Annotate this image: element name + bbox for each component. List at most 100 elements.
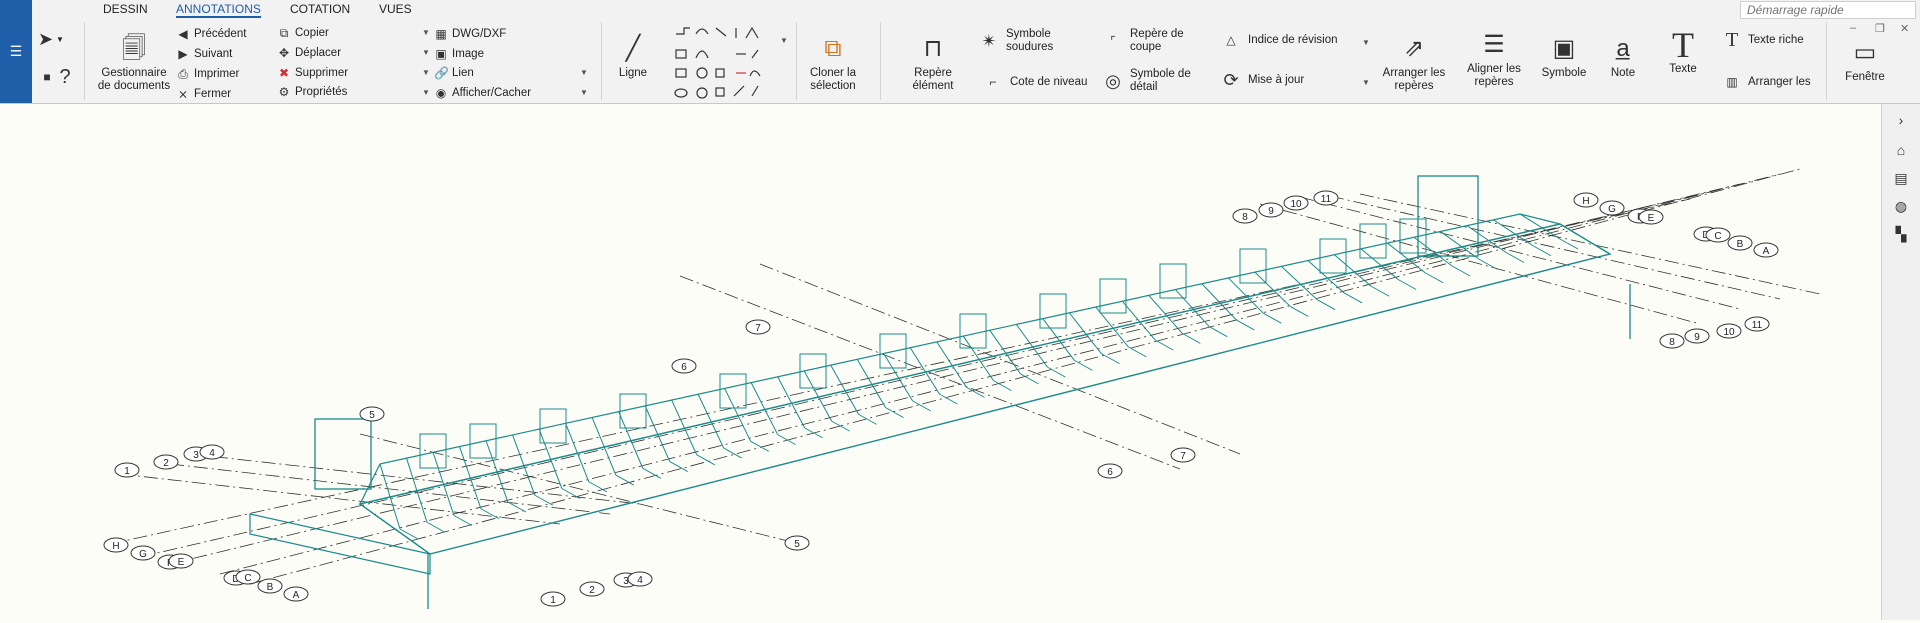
chevron-down-icon[interactable]: ▼ — [1362, 78, 1370, 87]
grid-label-right-letter[interactable]: A — [1753, 242, 1779, 258]
grid-label-mid-number-bottom[interactable]: 6 — [1097, 463, 1123, 479]
arrow-icon[interactable] — [715, 27, 727, 37]
building-icon[interactable]: ⌂ — [1892, 142, 1910, 160]
properties-button[interactable]: ⚙ Propriétés — [277, 85, 348, 99]
grid-label-mid-number[interactable]: 5 — [359, 406, 385, 422]
close-window-button[interactable]: ✕ — [1900, 22, 1909, 35]
tab-vues[interactable]: VUES — [379, 2, 412, 16]
weld-symbol-button[interactable]: ✴ Symbole soudures — [976, 28, 1053, 54]
chevron-down-icon[interactable]: ▼ — [422, 68, 430, 77]
blocks-icon[interactable]: ▚ — [1892, 226, 1910, 244]
chevron-right-icon[interactable]: › — [1892, 112, 1910, 130]
grid-label-right-number[interactable]: 10 — [1283, 195, 1309, 211]
restore-button[interactable]: ❐ — [1875, 22, 1885, 35]
rectangle-icon[interactable] — [675, 68, 687, 78]
grid-label-right-number-bottom[interactable]: 10 — [1716, 323, 1742, 339]
grid-label-mid-number[interactable]: 7 — [745, 319, 771, 335]
close-button[interactable]: ⨯ Fermer — [176, 87, 231, 101]
dwg-dxf-button[interactable]: ▦ DWG/DXF — [434, 27, 506, 41]
grid-label-mid-number-bottom[interactable]: 7 — [1170, 447, 1196, 463]
polygon-icon[interactable] — [715, 87, 725, 97]
element-mark-button[interactable]: ⊓ Repère élément — [900, 34, 966, 93]
grid-label-left-letter[interactable]: H — [103, 537, 129, 553]
grid-label-left-number-bottom[interactable]: 4 — [627, 571, 653, 587]
slash-icon[interactable] — [733, 85, 745, 97]
next-button[interactable]: ▶ Suivant — [176, 47, 232, 61]
revision-index-button[interactable]: △ Indice de révision — [1218, 33, 1337, 47]
grid-label-right-number-bottom[interactable]: 11 — [1744, 316, 1770, 332]
grid-label-left-letter[interactable]: C — [235, 569, 261, 585]
chevron-down-icon[interactable]: ▼ — [1362, 38, 1370, 47]
grid-label-left-letter[interactable]: A — [283, 586, 309, 602]
slash-icon[interactable] — [751, 85, 759, 97]
table-icon[interactable]: ▤ — [1892, 170, 1910, 188]
chevron-down-icon[interactable]: ▼ — [580, 68, 588, 77]
arc-icon[interactable] — [695, 50, 709, 59]
level-mark-button[interactable]: ⌐ Cote de niveau — [980, 75, 1087, 89]
model-view[interactable]: 12341234HGFEDCBA567567891011891011HGFEDC… — [0, 104, 1882, 620]
delete-button[interactable]: ✖ Supprimer — [277, 66, 348, 80]
window-button[interactable]: ▭ Fenêtre — [1832, 38, 1898, 84]
grid-label-right-letter[interactable]: G — [1599, 200, 1625, 216]
grid-label-right-letter[interactable]: H — [1573, 192, 1599, 208]
chevron-down-icon[interactable]: ▼ — [422, 28, 430, 37]
circle-icon[interactable] — [696, 87, 708, 99]
image-button[interactable]: ▣ Image — [434, 47, 484, 61]
minimize-button[interactable]: – — [1850, 22, 1856, 34]
arc-icon[interactable] — [695, 28, 709, 35]
select-tool[interactable]: ➤ ▼ — [38, 30, 64, 48]
grid-label-right-letter[interactable]: E — [1638, 209, 1664, 225]
grid-label-mid-number[interactable]: 6 — [671, 358, 697, 374]
polyline-icon[interactable] — [676, 27, 690, 35]
grid-label-left-number-bottom[interactable]: 1 — [540, 591, 566, 607]
tab-dessin[interactable]: DESSIN — [103, 2, 148, 16]
grid-label-left-number[interactable]: 4 — [199, 444, 225, 460]
grid-label-right-number[interactable]: 8 — [1232, 208, 1258, 224]
drawing-canvas[interactable]: 12341234HGFEDCBA567567891011891011HGFEDC… — [0, 104, 1882, 620]
grid-label-left-letter[interactable]: G — [130, 545, 156, 561]
previous-button[interactable]: ◀ Précédent — [176, 27, 246, 41]
show-hide-button[interactable]: ◉ Afficher/Cacher — [434, 86, 531, 100]
grid-label-right-number-bottom[interactable]: 8 — [1659, 333, 1685, 349]
globe-icon[interactable]: ◍ — [1892, 198, 1910, 216]
circle-icon[interactable] — [696, 67, 708, 79]
align-marks-button[interactable]: ☰ Aligner les repères — [1458, 30, 1530, 89]
documents-manager-button[interactable]: 🗐 Gestionnaire de documents — [96, 34, 172, 93]
chevron-down-icon[interactable]: ▼ — [580, 88, 588, 97]
chevron-down-icon[interactable]: ▼ — [422, 48, 430, 57]
line-button[interactable]: ╱ Ligne — [612, 34, 654, 80]
ellipse-icon[interactable] — [674, 88, 688, 98]
note-button[interactable]: a̲ Note — [1600, 34, 1646, 80]
help-tool[interactable]: ■? — [40, 67, 72, 87]
section-mark-button[interactable]: ⌜ Repère de coupe — [1100, 28, 1184, 54]
grid-label-right-letter[interactable]: B — [1727, 235, 1753, 251]
arrange-the-button[interactable]: ▥ Arranger les — [1720, 75, 1810, 89]
grid-label-left-letter[interactable]: E — [168, 553, 194, 569]
copy-button[interactable]: ⧉ Copier — [277, 26, 329, 40]
link-button[interactable]: 🔗 Lien — [434, 66, 474, 80]
text-button[interactable]: T Texte — [1660, 27, 1706, 76]
move-button[interactable]: ✥ Déplacer — [277, 46, 341, 60]
grid-label-left-number[interactable]: 1 — [114, 462, 140, 478]
grid-label-right-number-bottom[interactable]: 9 — [1684, 328, 1710, 344]
quick-start-input[interactable] — [1740, 1, 1916, 19]
chevron-down-icon[interactable]: ▼ — [422, 88, 430, 97]
grid-label-mid-number-bottom[interactable]: 5 — [784, 535, 810, 551]
arc-icon[interactable] — [749, 70, 761, 77]
print-button[interactable]: ⎙ Imprimer — [176, 67, 239, 81]
grid-label-right-letter[interactable]: C — [1705, 227, 1731, 243]
arrange-marks-button[interactable]: ⇗ Arranger les repères — [1378, 34, 1450, 93]
peak-icon[interactable] — [745, 26, 759, 39]
grid-label-right-number[interactable]: 11 — [1313, 190, 1339, 206]
tab-annotations[interactable]: ANNOTATIONS — [176, 2, 261, 18]
update-button[interactable]: ⟳ Mise à jour — [1218, 71, 1304, 89]
grid-label-left-number[interactable]: 2 — [153, 454, 179, 470]
chevron-down-icon[interactable]: ▼ — [780, 36, 788, 45]
rectangle-icon[interactable] — [675, 49, 687, 59]
tab-cotation[interactable]: COTATION — [290, 2, 350, 16]
symbol-button[interactable]: ▣ Symbole — [1540, 34, 1588, 80]
grid-label-right-number[interactable]: 9 — [1258, 202, 1284, 218]
grid-label-left-letter[interactable]: B — [257, 578, 283, 594]
line-icon[interactable] — [751, 49, 759, 59]
polygon-icon[interactable] — [715, 68, 725, 78]
